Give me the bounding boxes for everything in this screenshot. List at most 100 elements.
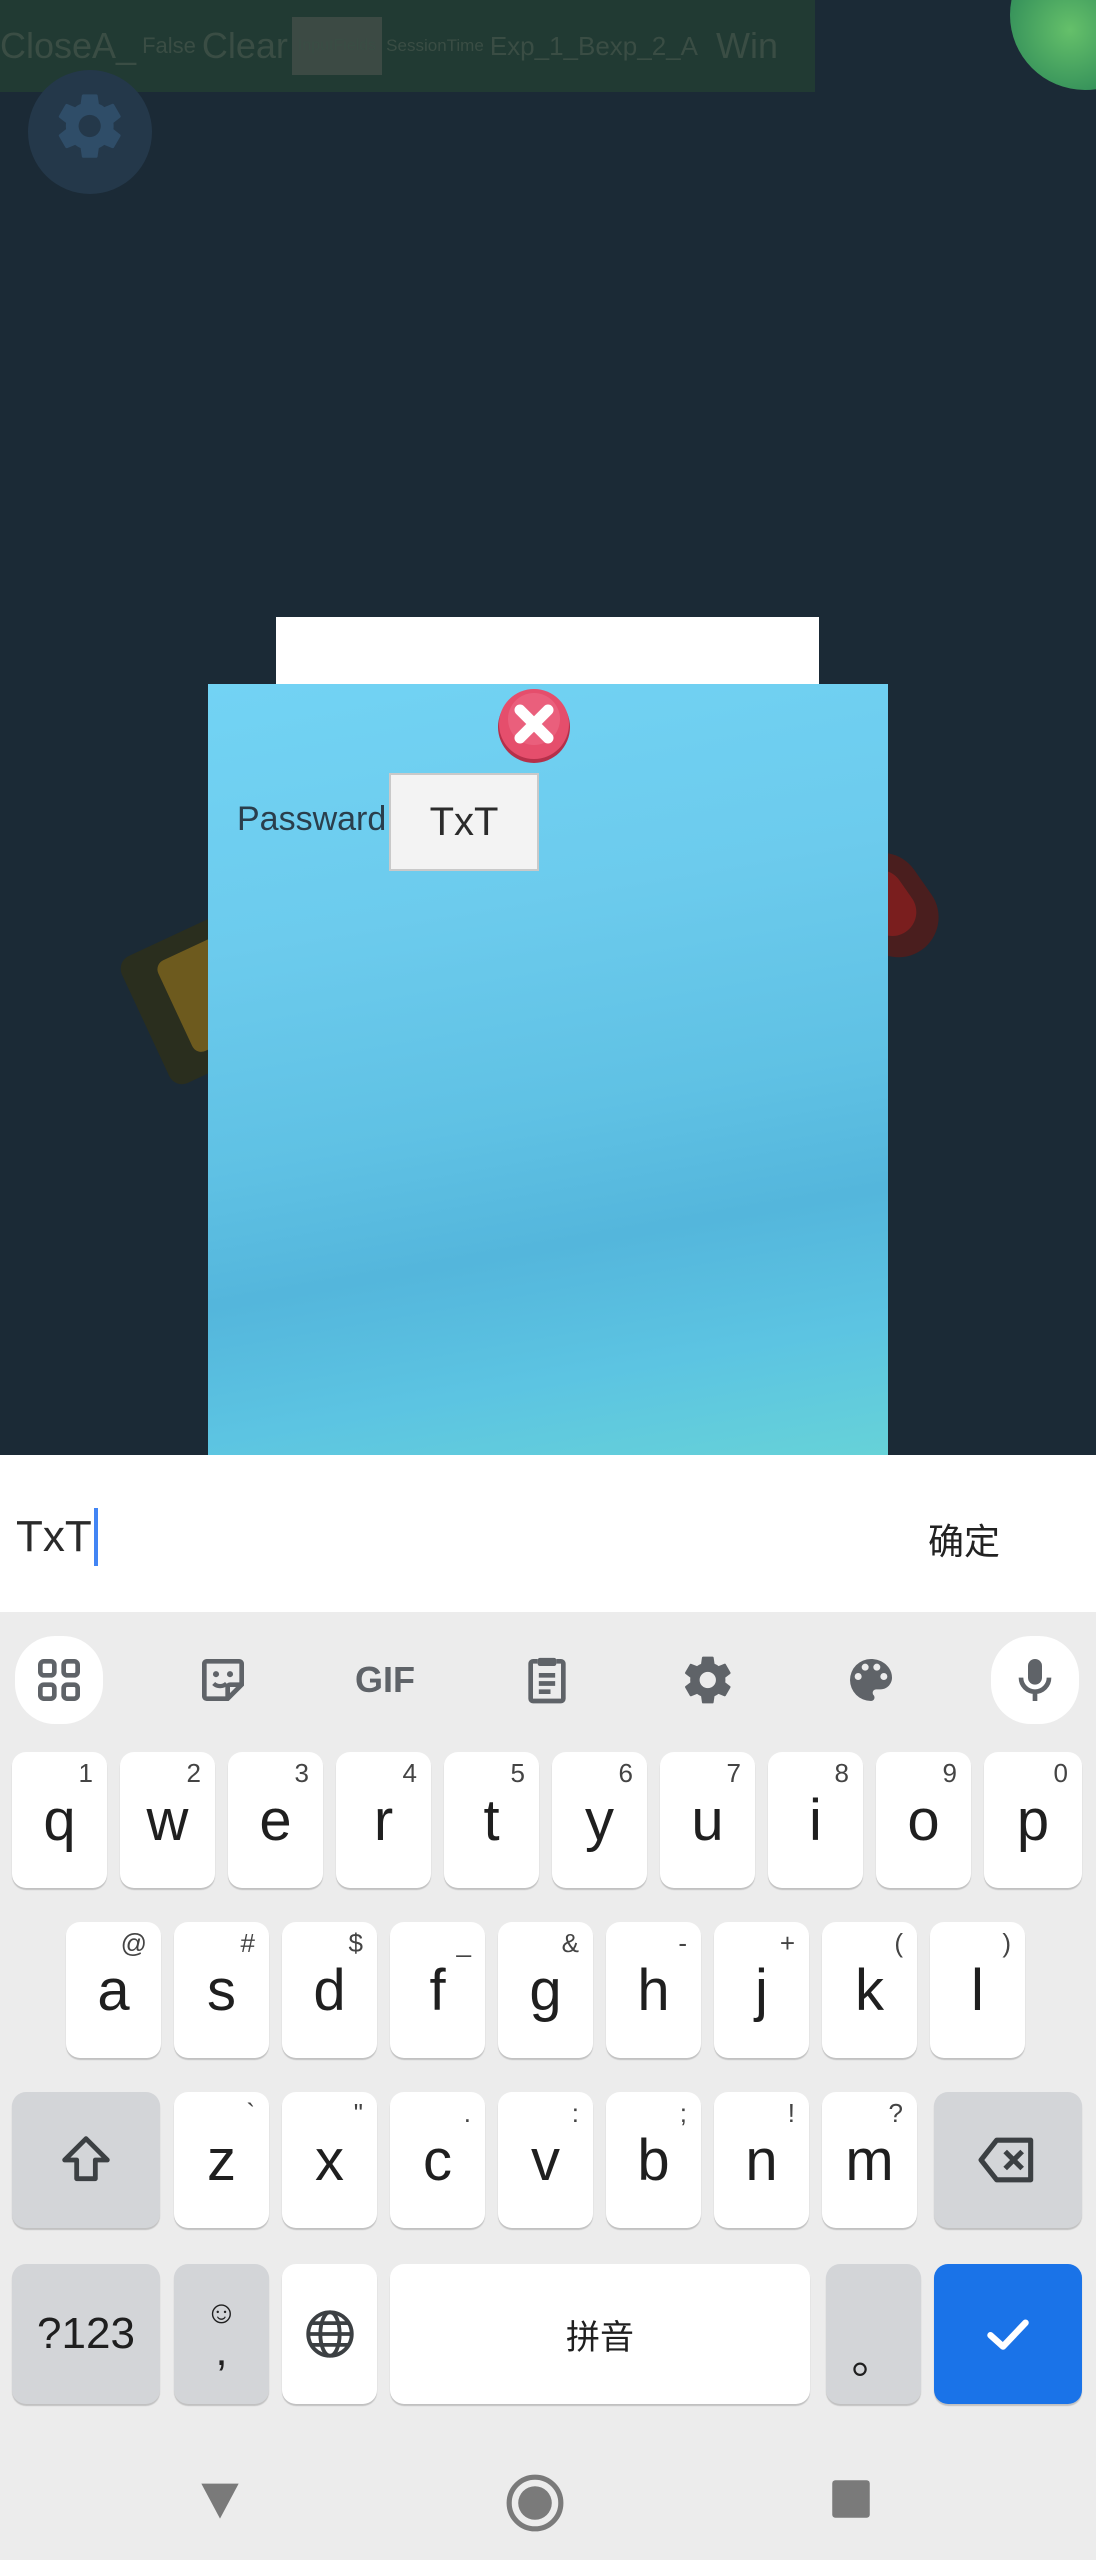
emoji-comma-key[interactable]: ☺ , [174, 2264, 269, 2404]
gear-icon [58, 94, 121, 158]
key-v-hint: : [571, 2098, 579, 2128]
win-debug-button[interactable]: Win [716, 25, 778, 67]
back-triangle-icon[interactable] [192, 2472, 248, 2528]
key-n[interactable]: n! [714, 2092, 809, 2228]
key-q[interactable]: q1 [12, 1752, 107, 1888]
key-k-label: k [855, 1957, 884, 2023]
key-o-label: o [907, 1787, 940, 1853]
key-m[interactable]: m? [822, 2092, 917, 2228]
key-z-label: z [207, 2127, 236, 2193]
check-icon [987, 2319, 1029, 2350]
home-circle-icon[interactable] [504, 2472, 566, 2534]
enter-key[interactable] [934, 2264, 1082, 2404]
key-i[interactable]: i8 [768, 1752, 863, 1888]
recents-square-icon[interactable] [826, 2474, 876, 2524]
key-x[interactable]: x " [282, 2092, 377, 2228]
key-d-label: d [313, 1957, 346, 2023]
key-s-label: s [207, 1957, 236, 2023]
space-bar[interactable]: 拼音 [390, 2264, 810, 2404]
apps-grid-icon[interactable] [15, 1636, 103, 1724]
key-e-label: e [259, 1787, 292, 1853]
settings-icon[interactable] [668, 1640, 748, 1720]
key-g[interactable]: g & [498, 1922, 593, 2058]
password-label: Passward [237, 800, 387, 838]
close-icon[interactable] [496, 687, 572, 763]
soft-keyboard: GIF q1 w2 e3 r4 t5 y6 u7 i8 o9 p0 a @ s # … [0, 1612, 1096, 2560]
key-c-hint: . [463, 2098, 471, 2128]
key-a[interactable]: a @ [66, 1922, 161, 2058]
key-x-label: x [315, 2127, 344, 2193]
period-key[interactable]: 。 [826, 2264, 921, 2404]
key-r[interactable]: r4 [336, 1752, 431, 1888]
key-m-hint: ? [888, 2098, 903, 2128]
confirm-button[interactable]: 确定 [928, 1513, 1000, 1565]
key-l-label: l [971, 1957, 984, 2023]
avatar [1010, 0, 1096, 90]
close-debug-button[interactable]: CloseA_ [0, 25, 136, 67]
session-time-label: SessionTime [386, 36, 484, 55]
key-k[interactable]: k( [822, 1922, 917, 2058]
key-b-label: b [637, 2127, 670, 2193]
key-n-hint: ! [787, 2098, 795, 2128]
key-r-hint: 4 [402, 1758, 417, 1788]
key-r-label: r [373, 1787, 394, 1853]
sticker-icon[interactable] [183, 1640, 263, 1720]
key-y-hint: 6 [618, 1758, 633, 1788]
key-o[interactable]: o9 [876, 1752, 971, 1888]
key-k-hint: ( [894, 1928, 903, 1958]
ime-text-input[interactable]: TxT [16, 1508, 98, 1566]
key-s[interactable]: s # [174, 1922, 269, 2058]
inputfields-label: InputFields [291, 17, 383, 75]
key-f[interactable]: f _ [390, 1922, 485, 2058]
navigation-bar [0, 2440, 1096, 2560]
key-t[interactable]: t5 [444, 1752, 539, 1888]
clear-debug-button[interactable]: Clear [202, 25, 288, 67]
key-y[interactable]: y6 [552, 1752, 647, 1888]
key-h[interactable]: h- [606, 1922, 701, 2058]
key-l-hint: ) [1002, 1928, 1011, 1958]
key-u[interactable]: u7 [660, 1752, 755, 1888]
key-c-label: c [423, 2127, 452, 2193]
key-h-label: h [637, 1957, 670, 2023]
password-field[interactable]: TxT [389, 773, 539, 871]
key-w-hint: 2 [186, 1758, 201, 1788]
key-t-hint: 5 [510, 1758, 525, 1788]
key-b[interactable]: b; [606, 2092, 701, 2228]
ime-text-value: TxT [16, 1512, 92, 1561]
gif-button[interactable]: GIF [344, 1640, 426, 1720]
key-i-label: i [809, 1787, 822, 1853]
backspace-key[interactable] [934, 2092, 1082, 2228]
key-h-hint: - [678, 1928, 687, 1958]
shift-key[interactable] [12, 2092, 160, 2228]
key-c[interactable]: c. [390, 2092, 485, 2228]
palette-icon[interactable] [831, 1640, 911, 1720]
key-g-hint: & [561, 1928, 579, 1958]
key-m-label: m [845, 2127, 894, 2193]
key-l[interactable]: l) [930, 1922, 1025, 2058]
language-key[interactable] [282, 2264, 377, 2404]
key-s-hint: # [240, 1928, 255, 1958]
game-screen: CloseA_ False Clear InputFields SessionT… [0, 0, 1096, 1455]
clipboard-icon[interactable] [507, 1640, 587, 1720]
key-z-hint: ` [246, 2098, 255, 2128]
key-x-hint: " [353, 2098, 363, 2128]
key-i-hint: 8 [834, 1758, 849, 1788]
backspace-icon [978, 2137, 1034, 2183]
key-p-label: p [1016, 1787, 1050, 1853]
microphone-icon[interactable] [991, 1636, 1079, 1724]
key-j[interactable]: j + [714, 1922, 809, 2058]
key-v[interactable]: v: [498, 2092, 593, 2228]
text-caret [93, 1508, 98, 1566]
key-z[interactable]: z ` [174, 2092, 269, 2228]
key-v-label: v [531, 2127, 560, 2193]
symbols-key[interactable]: ?123 [12, 2264, 160, 2404]
key-y-label: y [585, 1787, 614, 1853]
exp-label: Exp_1_Bexp_2_A [489, 30, 698, 61]
key-d[interactable]: d $ [282, 1922, 377, 2058]
key-w[interactable]: w2 [120, 1752, 215, 1888]
key-f-hint: _ [456, 1928, 471, 1958]
key-e[interactable]: e3 [228, 1752, 323, 1888]
key-p[interactable]: p0 [984, 1752, 1082, 1888]
key-o-hint: 9 [942, 1758, 957, 1788]
key-q-hint: 1 [78, 1758, 93, 1788]
